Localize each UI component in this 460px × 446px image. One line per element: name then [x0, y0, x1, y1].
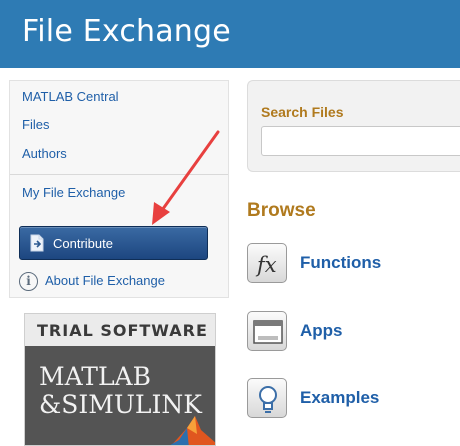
- sidebar-link-my-file-exchange[interactable]: My File Exchange: [22, 185, 125, 200]
- upload-file-icon: [30, 234, 44, 252]
- top-banner: File Exchange: [0, 0, 460, 68]
- trial-header: TRIAL SOFTWARE: [25, 314, 215, 346]
- browse-item-label: Examples: [300, 388, 380, 407]
- search-label: Search Files: [261, 104, 344, 120]
- about-label: About File Exchange: [45, 273, 165, 288]
- function-fx-icon: fx: [247, 243, 287, 283]
- trial-software-ad[interactable]: TRIAL SOFTWARE MATLAB &SIMULINK: [24, 313, 216, 446]
- sidebar-link-authors[interactable]: Authors: [22, 146, 67, 161]
- sidebar-link-matlab-central[interactable]: MATLAB Central: [22, 89, 119, 104]
- sidebar-divider: [10, 174, 228, 175]
- svg-text:fx: fx: [255, 253, 277, 277]
- trial-heading: TRIAL SOFTWARE: [37, 321, 208, 340]
- contribute-label: Contribute: [53, 236, 113, 251]
- browse-heading: Browse: [247, 200, 316, 221]
- browse-item-label: Apps: [300, 321, 343, 340]
- search-panel: Search Files: [247, 80, 460, 172]
- search-input[interactable]: [261, 126, 460, 156]
- app-window-icon: [247, 311, 287, 351]
- matlab-wordmark: MATLAB: [39, 362, 151, 391]
- contribute-button[interactable]: Contribute: [19, 226, 208, 260]
- sidebar-link-files[interactable]: Files: [22, 117, 49, 132]
- browse-item-label: Functions: [300, 253, 382, 272]
- sidebar: MATLAB Central Files Authors My File Exc…: [9, 80, 229, 298]
- membrane-logo-icon: [170, 416, 215, 445]
- page-title: File Exchange: [22, 14, 231, 49]
- lightbulb-icon: [247, 378, 287, 418]
- info-icon: i: [19, 272, 38, 291]
